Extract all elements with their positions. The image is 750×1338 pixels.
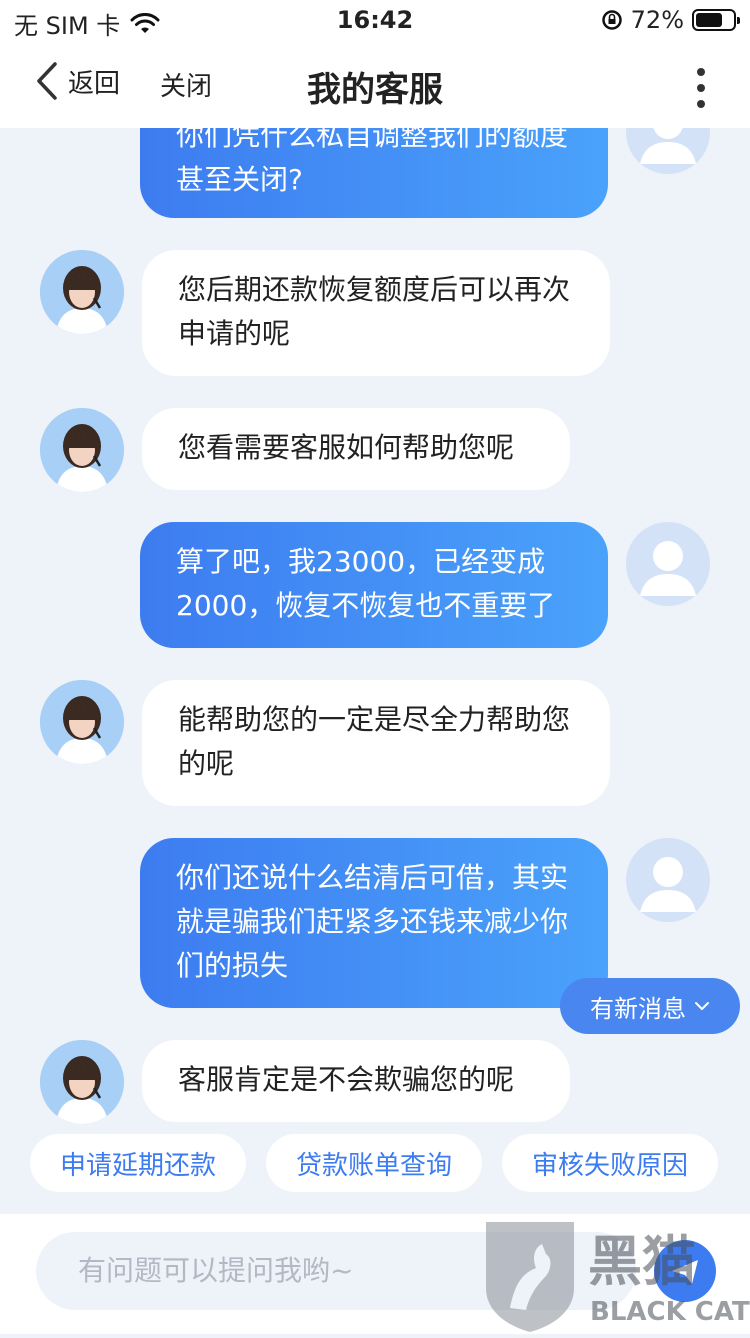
agent-message: 您看需要客服如何帮助您呢 bbox=[142, 408, 570, 490]
status-right: 72% bbox=[601, 6, 740, 34]
agent-avatar bbox=[40, 1040, 124, 1124]
agent-portrait-icon bbox=[40, 408, 124, 492]
agent-avatar bbox=[40, 408, 124, 492]
agent-portrait-icon bbox=[40, 680, 124, 764]
new-messages-label: 有新消息 bbox=[590, 994, 686, 1023]
nav-bar: 返回 关闭 我的客服 bbox=[0, 44, 750, 128]
svg-text:BLACK CAT: BLACK CAT bbox=[590, 1297, 750, 1327]
agent-avatar bbox=[40, 680, 124, 764]
user-message: 你们还说什么结清后可借，其实就是骗我们赶紧多还钱来减少你们的损失 bbox=[140, 838, 608, 1008]
new-messages-button[interactable]: 有新消息 bbox=[560, 978, 740, 1034]
user-avatar bbox=[626, 522, 710, 606]
quick-reply-chip[interactable]: 申请延期还款 bbox=[30, 1134, 246, 1192]
battery-percent: 72% bbox=[630, 6, 684, 34]
orientation-lock-icon bbox=[601, 10, 622, 30]
more-options-button[interactable] bbox=[696, 68, 706, 108]
black-cat-logo-icon: 黑猫 BLACK CAT bbox=[486, 1222, 750, 1332]
user-placeholder-icon bbox=[640, 541, 696, 596]
agent-message: 您后期还款恢复额度后可以再次申请的呢 bbox=[142, 250, 610, 376]
quick-reply-bar: 申请延期还款 贷款账单查询 审核失败原因 bbox=[0, 1134, 750, 1192]
more-dot-icon bbox=[697, 100, 705, 108]
agent-message: 客服肯定是不会欺骗您的呢 bbox=[142, 1040, 570, 1122]
user-message: 你们凭什么私自调整我们的额度甚至关闭? bbox=[140, 128, 608, 218]
black-cat-watermark: 黑猫 BLACK CAT bbox=[480, 1218, 750, 1334]
battery-icon bbox=[692, 9, 740, 31]
user-placeholder-icon bbox=[640, 857, 696, 912]
agent-avatar bbox=[40, 250, 124, 334]
user-avatar bbox=[626, 128, 710, 174]
page-title: 我的客服 bbox=[307, 70, 443, 110]
more-dot-icon bbox=[697, 68, 705, 76]
quick-reply-chip[interactable]: 审核失败原因 bbox=[502, 1134, 718, 1192]
agent-portrait-icon bbox=[40, 250, 124, 334]
agent-message: 能帮助您的一定是尽全力帮助您的呢 bbox=[142, 680, 610, 806]
status-bar: 无 SIM 卡 16:42 72% bbox=[0, 0, 750, 44]
user-avatar bbox=[626, 838, 710, 922]
user-message: 算了吧，我23000，已经变成2000，恢复不恢复也不重要了 bbox=[140, 522, 608, 648]
agent-portrait-icon bbox=[40, 1040, 124, 1124]
quick-reply-chip[interactable]: 贷款账单查询 bbox=[266, 1134, 482, 1192]
svg-text:黑猫: 黑猫 bbox=[588, 1230, 696, 1293]
chevron-down-icon bbox=[695, 1002, 709, 1010]
more-dot-icon bbox=[697, 84, 705, 92]
user-placeholder-icon bbox=[640, 128, 696, 164]
